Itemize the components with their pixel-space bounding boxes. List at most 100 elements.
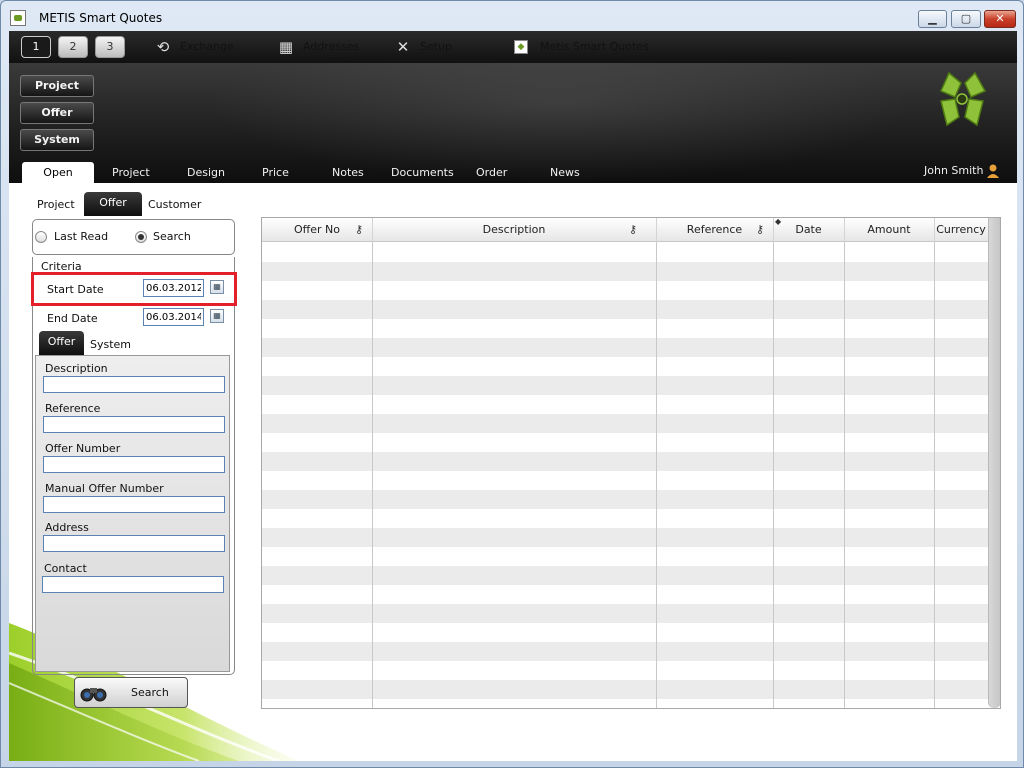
exchange-label: Exchange [180, 40, 234, 53]
criteria-tab-offer[interactable]: Offer [39, 331, 84, 355]
table-row[interactable] [262, 281, 988, 300]
description-label: Description [45, 362, 108, 375]
building-icon: ▦ [278, 38, 294, 56]
search-button[interactable]: Search [74, 677, 188, 708]
reference-input[interactable] [43, 416, 225, 433]
side-project-button[interactable]: Project [20, 75, 94, 97]
minimize-button[interactable]: ▁ [918, 10, 947, 28]
close-button[interactable]: ✕ [984, 10, 1016, 28]
mode-radio-group: Last Read Search [32, 219, 235, 255]
table-row[interactable] [262, 319, 988, 338]
addresses-button[interactable]: ▦ Addresses [277, 31, 387, 63]
end-date-label: End Date [47, 312, 98, 325]
table-row[interactable] [262, 262, 988, 281]
calendar-icon[interactable]: ▦ [210, 309, 224, 323]
table-row[interactable] [262, 471, 988, 490]
exchange-button[interactable]: ⟲ Exchange [154, 31, 254, 63]
maximize-button[interactable]: ▢ [951, 10, 981, 28]
end-date-input[interactable] [143, 308, 204, 326]
offer-number-label: Offer Number [45, 442, 121, 455]
column-separator [934, 242, 935, 708]
column-separator [372, 242, 373, 708]
column-date[interactable]: Date [773, 218, 844, 242]
key-icon[interactable]: ⚷ [629, 224, 641, 236]
criteria-tab-system[interactable]: System [90, 338, 131, 351]
metis-label: Metis Smart Quotes [540, 40, 649, 53]
table-row[interactable] [262, 338, 988, 357]
side-offer-button[interactable]: Offer [20, 102, 94, 124]
subtab-project[interactable]: Project [37, 198, 75, 211]
column-separator [773, 242, 774, 708]
page-2-button[interactable]: 2 [58, 36, 88, 58]
exchange-icon: ⟲ [156, 38, 170, 56]
grid-header: Offer No ⚷ Description ⚷ Reference ⚷ ◆ D… [262, 218, 988, 242]
table-row[interactable] [262, 680, 988, 699]
column-description[interactable]: Description [372, 218, 656, 242]
table-row[interactable] [262, 623, 988, 642]
column-separator [656, 242, 657, 708]
table-row[interactable] [262, 547, 988, 566]
tab-project[interactable]: Project [112, 166, 150, 179]
metis-logo-icon [940, 71, 987, 127]
start-date-highlight [31, 272, 237, 306]
table-row[interactable] [262, 376, 988, 395]
header-banner: Project Offer System John Smith Open Pro… [9, 63, 1017, 183]
tab-open[interactable]: Open [22, 162, 94, 183]
binoculars-icon [80, 688, 107, 702]
table-row[interactable] [262, 395, 988, 414]
setup-label: Setup [420, 40, 453, 53]
description-input[interactable] [43, 376, 225, 393]
table-row[interactable] [262, 528, 988, 547]
user-icon[interactable] [985, 163, 1001, 179]
table-row[interactable] [262, 300, 988, 319]
user-name: John Smith [924, 164, 984, 177]
tab-documents[interactable]: Documents [391, 166, 454, 179]
manual-offer-number-input[interactable] [43, 496, 225, 513]
radio-search[interactable] [135, 231, 147, 243]
tab-order[interactable]: Order [476, 166, 507, 179]
column-currency[interactable]: Currency [934, 218, 988, 242]
tab-notes[interactable]: Notes [332, 166, 364, 179]
addresses-label: Addresses [303, 40, 360, 53]
app-icon [10, 10, 26, 26]
manual-offer-number-label: Manual Offer Number [45, 482, 164, 495]
radio-last-read[interactable] [35, 231, 47, 243]
table-row[interactable] [262, 357, 988, 376]
table-row[interactable] [262, 509, 988, 528]
subtab-offer[interactable]: Offer [84, 192, 142, 216]
table-row[interactable] [262, 585, 988, 604]
tab-price[interactable]: Price [262, 166, 289, 179]
main-toolbar: 1 2 3 ⟲ Exchange ▦ Addresses ✕ Setup ◆ M… [9, 31, 1017, 63]
contact-input[interactable] [42, 576, 224, 593]
tab-design[interactable]: Design [187, 166, 225, 179]
column-amount[interactable]: Amount [844, 218, 934, 242]
table-row[interactable] [262, 604, 988, 623]
side-system-button[interactable]: System [20, 129, 94, 151]
address-label: Address [45, 521, 89, 534]
key-icon[interactable]: ⚷ [756, 224, 768, 236]
page-1-button[interactable]: 1 [21, 36, 51, 58]
offer-number-input[interactable] [43, 456, 225, 473]
metis-smart-quotes-button[interactable]: ◆ Metis Smart Quotes [514, 31, 674, 63]
address-input[interactable] [43, 535, 225, 552]
contact-label: Contact [44, 562, 87, 575]
vertical-scrollbar[interactable] [988, 218, 1000, 708]
table-row[interactable] [262, 661, 988, 680]
table-row[interactable] [262, 566, 988, 585]
setup-button[interactable]: ✕ Setup [394, 31, 484, 63]
table-row[interactable] [262, 642, 988, 661]
table-row[interactable] [262, 490, 988, 509]
tab-news[interactable]: News [550, 166, 580, 179]
window-title: METIS Smart Quotes [39, 11, 163, 25]
table-row[interactable] [262, 414, 988, 433]
table-row[interactable] [262, 433, 988, 452]
table-row[interactable] [262, 243, 988, 262]
title-bar: METIS Smart Quotes ▁ ▢ ✕ [1, 1, 1023, 31]
key-icon[interactable]: ⚷ [355, 224, 367, 236]
offers-grid[interactable]: Offer No ⚷ Description ⚷ Reference ⚷ ◆ D… [261, 217, 1001, 709]
page-3-button[interactable]: 3 [95, 36, 125, 58]
subtab-customer[interactable]: Customer [148, 198, 201, 211]
metis-app-icon: ◆ [514, 40, 528, 54]
tools-icon: ✕ [396, 38, 410, 56]
table-row[interactable] [262, 452, 988, 471]
